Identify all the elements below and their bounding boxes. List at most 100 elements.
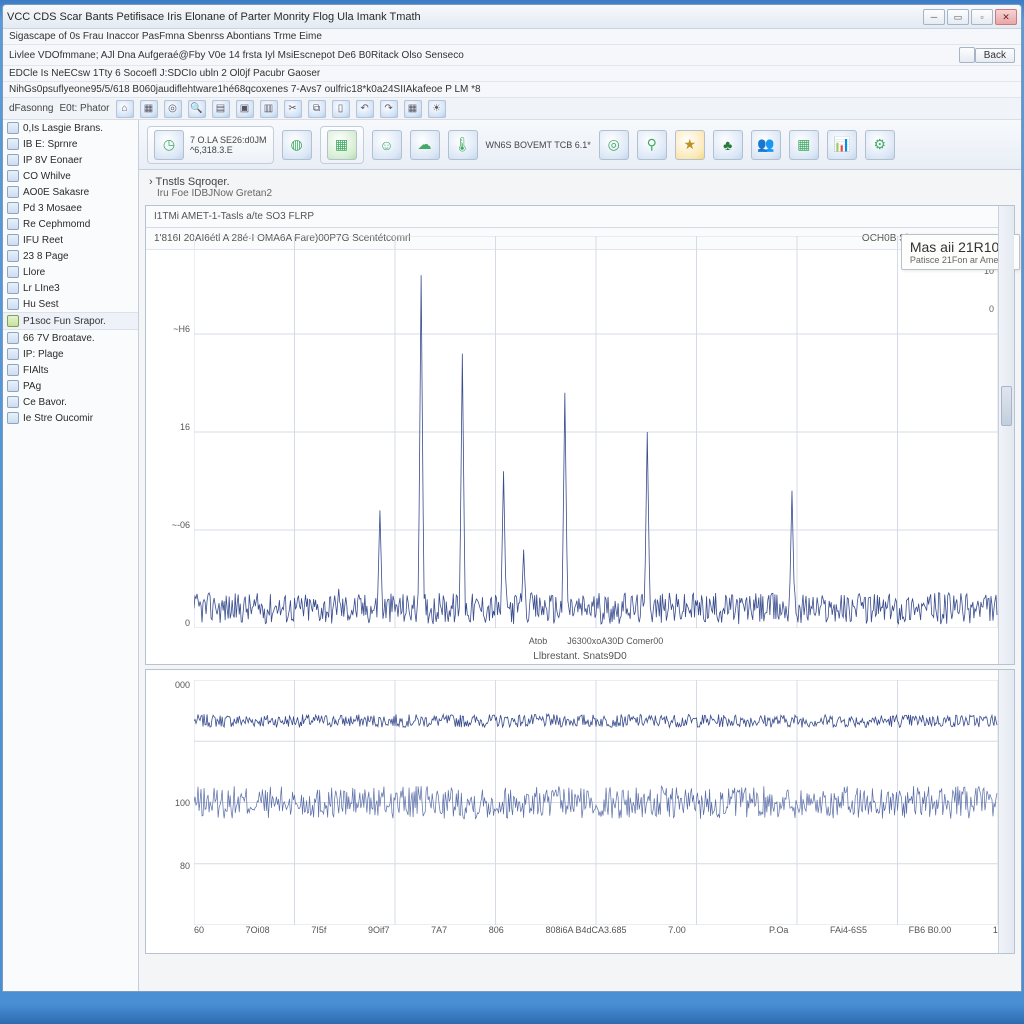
ts-folder-icon[interactable]: ▦: [140, 100, 158, 118]
tb-green-icon[interactable]: ▦: [327, 130, 357, 160]
tb-info-2: ^6,318.3.E: [190, 145, 267, 155]
maximize-button[interactable]: ▭: [947, 9, 969, 25]
item-icon: [7, 186, 19, 198]
scrollbar-top[interactable]: [998, 206, 1014, 664]
tb-user-icon[interactable]: ☺: [372, 130, 402, 160]
tb-globe-icon[interactable]: ◍: [282, 130, 312, 160]
x-ticks-top: Atob J6300xoA30D Comer00: [194, 636, 998, 646]
sidebar-item[interactable]: Pd 3 Mosaee: [3, 200, 138, 216]
sidebar-item[interactable]: 23 8 Page: [3, 248, 138, 264]
ts-redo-icon[interactable]: ↷: [380, 100, 398, 118]
item-icon: [7, 396, 19, 408]
close-button[interactable]: ✕: [995, 9, 1017, 25]
item-icon: [7, 138, 19, 150]
ts-sun-icon[interactable]: ☀: [428, 100, 446, 118]
tb-tree-icon[interactable]: ♣: [713, 130, 743, 160]
sidebar-item[interactable]: IP: Plage: [3, 346, 138, 362]
scrollbar-bottom[interactable]: [998, 670, 1014, 953]
chart-header: › Tnstls Sqroqer. Iru Foe IDBJNow Gretan…: [145, 174, 1015, 201]
ts-copy-icon[interactable]: ⧉: [308, 100, 326, 118]
sidebar-item[interactable]: Re Cephmomd: [3, 216, 138, 232]
tb-group-info: ◷ 7 O.LA SE26:d0JM ^6,318.3.E: [147, 126, 274, 164]
main-area: 0,Is Lasgie Brans.IB E: SprnreIP 8V Eona…: [3, 120, 1021, 991]
sidebar-item[interactable]: AO0E Sakasre: [3, 184, 138, 200]
sidebar-item[interactable]: IP 8V Eonaer: [3, 152, 138, 168]
item-icon: [7, 266, 19, 278]
small-tab-2[interactable]: E0t: Phator: [59, 103, 109, 114]
tb-cloud-icon[interactable]: ☁: [410, 130, 440, 160]
item-icon: [7, 234, 19, 246]
item-icon: [7, 282, 19, 294]
tb-chart-icon[interactable]: 📊: [827, 130, 857, 160]
tb-thermo-icon[interactable]: 🌡: [448, 130, 478, 160]
item-icon: [7, 154, 19, 166]
sidebar-item[interactable]: Lr LIne3: [3, 280, 138, 296]
small-tab-1[interactable]: dFasonng: [9, 103, 53, 114]
tb-info-1: 7 O.LA SE26:d0JM: [190, 135, 267, 145]
sidebar-group-header[interactable]: P1soc Fun Srapor.: [3, 312, 138, 330]
tb-group-2: ▦ WN6S BOVEMT TCB 6.1*: [320, 126, 364, 164]
panel-top-toolbar: I1TMi AMET-1-Tasls a/te SO3 FLRP: [146, 206, 1014, 228]
item-icon: [7, 218, 19, 230]
back-button[interactable]: Back: [975, 48, 1015, 63]
tb-star-icon[interactable]: ★: [675, 130, 705, 160]
window-title: VCC CDS Scar Bants Petifisace Iris Elona…: [7, 11, 923, 23]
sidebar-item[interactable]: Llore: [3, 264, 138, 280]
tb-cd-icon[interactable]: ◎: [599, 130, 629, 160]
ts-print-icon[interactable]: ▥: [260, 100, 278, 118]
sidebar-item[interactable]: IB E: Sprnre: [3, 136, 138, 152]
tb-pin-icon[interactable]: ⚲: [637, 130, 667, 160]
ts-globe-icon[interactable]: ◎: [164, 100, 182, 118]
info-square-icon[interactable]: [959, 47, 975, 63]
item-icon: [7, 170, 19, 182]
x-ticks-bottom: 607Oi087I5f9Oif77A7806808i6A B4dCA3.6857…: [194, 925, 998, 935]
tb-people-icon[interactable]: 👥: [751, 130, 781, 160]
sidebar-item[interactable]: FIAlts: [3, 362, 138, 378]
plot-area-bottom[interactable]: [194, 680, 998, 925]
folder-green-icon: [7, 315, 19, 327]
app-window: VCC CDS Scar Bants Petifisace Iris Elona…: [2, 4, 1022, 992]
toolbar-small: dFasonng E0t: Phator ⌂ ▦ ◎ 🔍 ▤ ▣ ▥ ✂ ⧉ ▯…: [3, 98, 1021, 120]
ts-search-icon[interactable]: 🔍: [188, 100, 206, 118]
minimize-button[interactable]: ─: [923, 9, 945, 25]
sidebar-item[interactable]: PAg: [3, 378, 138, 394]
charts-wrap: › Tnstls Sqroqer. Iru Foe IDBJNow Gretan…: [139, 170, 1021, 991]
sidebar-item[interactable]: Ie Stre Oucomir: [3, 410, 138, 426]
item-icon: [7, 348, 19, 360]
chart-panel-bottom: 00010080 607Oi087I5f9Oif77A7806808i6A B4…: [145, 669, 1015, 954]
item-icon: [7, 250, 19, 262]
tb-table-icon[interactable]: ▦: [789, 130, 819, 160]
chart-panel-top: I1TMi AMET-1-Tasls a/te SO3 FLRP 1'816I …: [145, 205, 1015, 665]
ts-cut-icon[interactable]: ✂: [284, 100, 302, 118]
ts-undo-icon[interactable]: ↶: [356, 100, 374, 118]
sidebar: 0,Is Lasgie Brans.IB E: SprnreIP 8V Eona…: [3, 120, 139, 991]
restore-button[interactable]: ▫: [971, 9, 993, 25]
item-icon: [7, 364, 19, 376]
sidebar-item[interactable]: IFU Reet: [3, 232, 138, 248]
window-controls: ─ ▭ ▫ ✕: [923, 9, 1017, 25]
sidebar-item[interactable]: 0,Is Lasgie Brans.: [3, 120, 138, 136]
item-icon: [7, 412, 19, 424]
plot-area-top[interactable]: [194, 236, 998, 628]
ts-save-icon[interactable]: ▣: [236, 100, 254, 118]
clock-icon[interactable]: ◷: [154, 130, 184, 160]
item-icon: [7, 298, 19, 310]
content-area: ◷ 7 O.LA SE26:d0JM ^6,318.3.E ◍ ▦ WN6S B…: [139, 120, 1021, 991]
item-icon: [7, 332, 19, 344]
titlebar: VCC CDS Scar Bants Petifisace Iris Elona…: [3, 5, 1021, 29]
ts-grid-icon[interactable]: ▦: [404, 100, 422, 118]
ts-paste-icon[interactable]: ▯: [332, 100, 350, 118]
info-line-1: Sigascape of 0s Frau Inaccor PasFmna Sbe…: [3, 29, 1021, 45]
sidebar-item[interactable]: Ce Bavor.: [3, 394, 138, 410]
y-ticks-top: ~H616~-060: [150, 236, 190, 628]
sidebar-item[interactable]: Hu Sest: [3, 296, 138, 312]
sidebar-item[interactable]: 66 7V Broatave.: [3, 330, 138, 346]
tb-gear-icon[interactable]: ⚙: [865, 130, 895, 160]
x-label-top: Llbrestant. Snats9D0: [146, 651, 1014, 662]
item-icon: [7, 202, 19, 214]
ts-doc-icon[interactable]: ▤: [212, 100, 230, 118]
ts-home-icon[interactable]: ⌂: [116, 100, 134, 118]
item-icon: [7, 380, 19, 392]
scroll-thumb[interactable]: [1001, 386, 1012, 426]
sidebar-item[interactable]: CO Whilve: [3, 168, 138, 184]
